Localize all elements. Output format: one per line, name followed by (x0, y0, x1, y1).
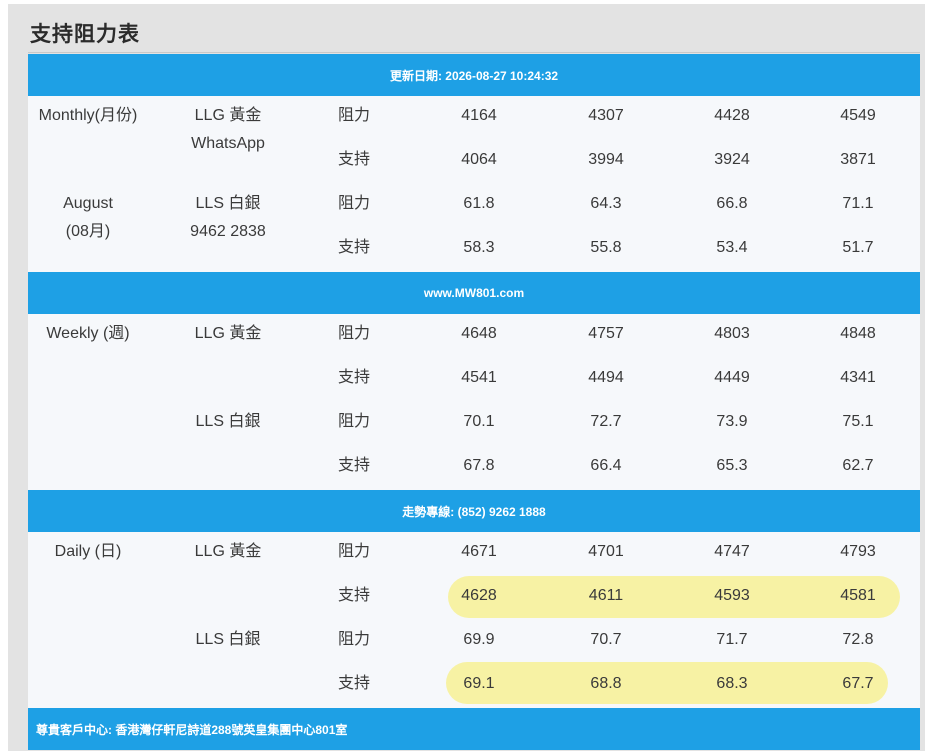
value-cell: 72.7 (590, 413, 622, 430)
monthly-month-number: (08月) (65, 223, 111, 240)
value-cell: 70.1 (463, 413, 495, 430)
value-cell: 68.8 (590, 675, 622, 692)
value-cell: 4747 (714, 543, 750, 560)
daily-silver-label: LLS 白銀 (195, 631, 261, 648)
value-cell: 4549 (840, 107, 876, 124)
whatsapp-number: 9462 2838 (190, 223, 266, 240)
monthly-silver-label: LLS 白銀 (195, 195, 261, 212)
daily-gold-label: LLG 黃金 (194, 543, 262, 560)
value-cell: 61.8 (463, 195, 495, 212)
row-type-label: 支持 (338, 587, 371, 604)
value-cell: 67.7 (842, 675, 874, 692)
value-cell: 4581 (840, 587, 876, 604)
value-cell: 4428 (714, 107, 750, 124)
weekly-section: Weekly (週) LLG 黃金 LLS 白銀 阻力 支持 阻力 支持 464… (28, 314, 920, 490)
value-cell: 3871 (840, 151, 876, 168)
value-cell: 71.7 (716, 631, 748, 648)
value-cell: 69.1 (463, 675, 495, 692)
value-cell: 58.3 (463, 239, 495, 256)
weekly-period-label: Weekly (週) (46, 325, 130, 342)
content-frame: 支持阻力表 更新日期: 2026-08-27 10:24:32 Monthly(… (8, 4, 925, 751)
website-banner[interactable]: www.MW801.com (28, 272, 920, 314)
value-cell: 4611 (588, 587, 624, 604)
value-cell: 73.9 (716, 413, 748, 430)
title-divider (28, 52, 920, 53)
value-cell: 70.7 (590, 631, 622, 648)
monthly-month-label: August (63, 195, 113, 212)
value-cell: 4628 (461, 587, 497, 604)
value-cell: 71.1 (842, 195, 874, 212)
weekly-silver-label: LLS 白銀 (195, 413, 261, 430)
row-type-label: 支持 (338, 239, 371, 256)
value-cell: 53.4 (716, 239, 748, 256)
row-type-label: 支持 (338, 457, 371, 474)
monthly-period-label: Monthly(月份) (38, 107, 138, 124)
monthly-gold-label: LLG 黃金 (194, 107, 262, 124)
update-date-banner: 更新日期: 2026-08-27 10:24:32 (28, 54, 920, 96)
whatsapp-label: WhatsApp (191, 135, 265, 152)
weekly-gold-label: LLG 黃金 (194, 325, 262, 342)
address-banner: 尊貴客戶中心: 香港灣仔軒尼詩道288號英皇集團中心801室 (28, 708, 920, 750)
row-type-label: 阻力 (338, 543, 371, 560)
value-cell: 3994 (588, 151, 624, 168)
value-cell: 69.9 (463, 631, 495, 648)
value-cell: 72.8 (842, 631, 874, 648)
row-type-label: 支持 (338, 369, 371, 386)
value-cell: 4701 (588, 543, 624, 560)
value-cell: 4307 (588, 107, 624, 124)
value-cell: 66.4 (590, 457, 622, 474)
row-type-label: 支持 (338, 675, 371, 692)
value-cell: 64.3 (590, 195, 622, 212)
value-cell: 4341 (840, 369, 876, 386)
value-cell: 4793 (840, 543, 876, 560)
value-cell: 4648 (461, 325, 497, 342)
value-cell: 4757 (588, 325, 624, 342)
value-cell: 4449 (714, 369, 750, 386)
row-type-label: 阻力 (338, 107, 371, 124)
row-type-label: 阻力 (338, 631, 371, 648)
value-cell: 4848 (840, 325, 876, 342)
value-cell: 4494 (588, 369, 624, 386)
value-cell: 55.8 (590, 239, 622, 256)
value-cell: 51.7 (842, 239, 874, 256)
value-cell: 62.7 (842, 457, 874, 474)
value-cell: 65.3 (716, 457, 748, 474)
row-type-label: 支持 (338, 151, 371, 168)
row-type-label: 阻力 (338, 195, 371, 212)
row-type-label: 阻力 (338, 413, 371, 430)
value-cell: 4803 (714, 325, 750, 342)
value-cell: 3924 (714, 151, 750, 168)
row-type-label: 阻力 (338, 325, 371, 342)
daily-period-label: Daily (日) (54, 543, 122, 560)
value-cell: 4671 (461, 543, 497, 560)
value-cell: 66.8 (716, 195, 748, 212)
value-cell: 68.3 (716, 675, 748, 692)
page-title: 支持阻力表 (30, 23, 140, 46)
hotline-banner: 走勢專線: (852) 9262 1888 (28, 490, 920, 532)
daily-section: Daily (日) LLG 黃金 LLS 白銀 阻力 支持 阻力 支持 4671… (28, 532, 920, 708)
value-cell: 75.1 (842, 413, 874, 430)
value-cell: 4064 (461, 151, 497, 168)
value-cell: 67.8 (463, 457, 495, 474)
value-cell: 4541 (461, 369, 497, 386)
value-cell: 4593 (714, 587, 750, 604)
monthly-section: Monthly(月份) August (08月) LLG 黃金 WhatsApp… (28, 96, 920, 272)
value-cell: 4164 (461, 107, 497, 124)
